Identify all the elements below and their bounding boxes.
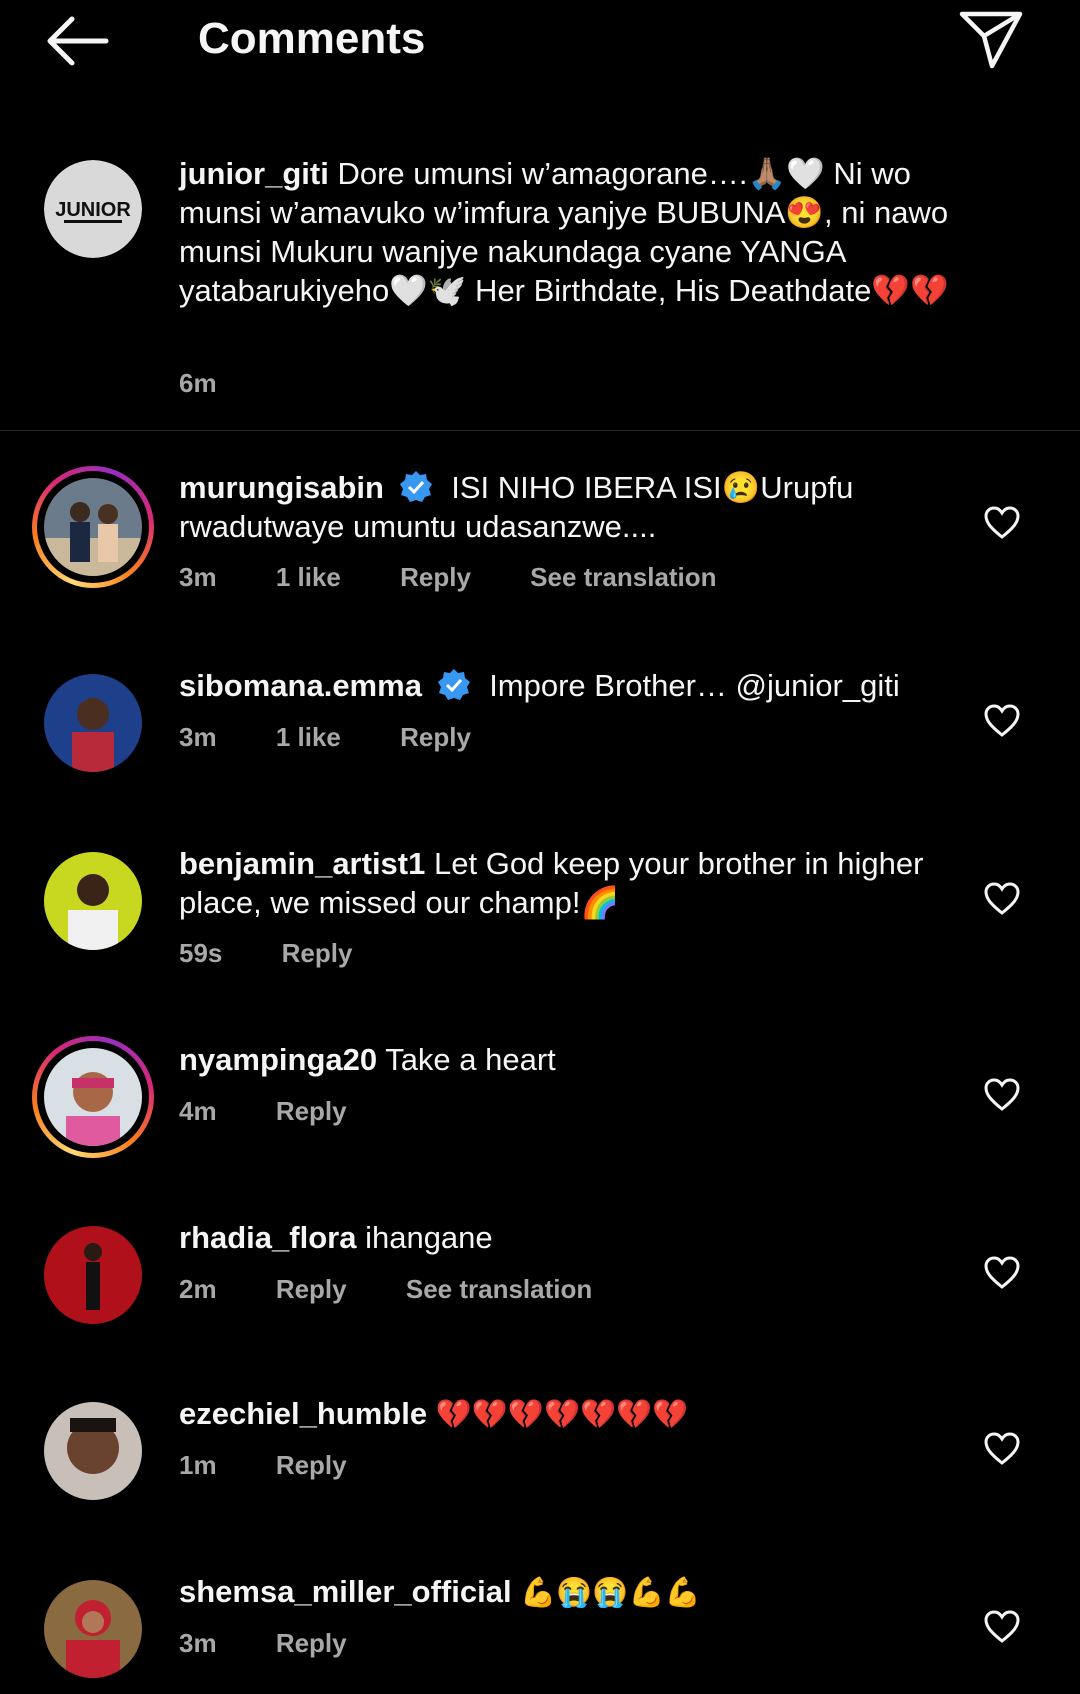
post-caption: JUNIOR junior_giti Dore umunsi w’amagora…	[0, 138, 1080, 431]
comment-meta: 59s Reply	[179, 938, 404, 969]
reply-button[interactable]: Reply	[276, 1096, 347, 1126]
comment-text: 💪😭😭💪💪	[520, 1577, 701, 1609]
reply-button[interactable]: Reply	[276, 1274, 347, 1304]
story-ring[interactable]	[32, 1036, 154, 1158]
avatar[interactable]	[44, 1580, 142, 1678]
comment-body: shemsa_miller_official 💪😭😭💪💪	[179, 1572, 979, 1613]
timestamp: 3m	[179, 722, 217, 752]
reply-button[interactable]: Reply	[276, 1628, 347, 1658]
username[interactable]: murungisabin	[179, 470, 384, 505]
avatar[interactable]	[44, 1402, 142, 1500]
comment-meta: 3m Reply	[179, 1628, 399, 1659]
username[interactable]: sibomana.emma	[179, 668, 422, 703]
username[interactable]: shemsa_miller_official	[179, 1574, 512, 1609]
comment-body: nyampinga20 Take a heart	[179, 1040, 979, 1079]
comments-header: Comments	[0, 0, 1080, 80]
avatar[interactable]	[44, 674, 142, 772]
svg-text:JUNIOR: JUNIOR	[55, 199, 131, 221]
timestamp: 2m	[179, 1274, 217, 1304]
avatar[interactable]	[44, 1226, 142, 1324]
comment-text: Take a heart	[385, 1042, 556, 1077]
comment-meta: 3m 1 like Reply See translation	[179, 562, 769, 593]
heart-outline-icon[interactable]	[984, 882, 1020, 916]
comment-text: Impore Brother… @junior_giti	[489, 668, 900, 703]
username[interactable]: benjamin_artist1	[179, 846, 425, 881]
username[interactable]: rhadia_flora	[179, 1220, 356, 1255]
see-translation-button[interactable]: See translation	[406, 1274, 592, 1304]
comment-body: rhadia_flora ihangane	[179, 1218, 979, 1257]
comment-body: murungisabin ISI NIHO IBERA ISI😢Urupfu r…	[179, 468, 979, 546]
comment-text: ihangane	[365, 1220, 493, 1255]
timestamp: 6m	[179, 368, 217, 398]
paper-plane-icon[interactable]	[958, 8, 1024, 70]
like-count[interactable]: 1 like	[276, 722, 341, 752]
reply-button[interactable]: Reply	[400, 562, 471, 592]
arrow-left-icon[interactable]	[44, 14, 110, 68]
comment-meta: 2m Reply See translation	[179, 1274, 644, 1305]
see-translation-button[interactable]: See translation	[530, 562, 716, 592]
heart-outline-icon[interactable]	[984, 1256, 1020, 1290]
comment-body: sibomana.emma Impore Brother… @junior_gi…	[179, 666, 979, 705]
username[interactable]: ezechiel_humble	[179, 1396, 427, 1431]
avatar[interactable]	[44, 852, 142, 950]
avatar[interactable]: JUNIOR	[44, 160, 142, 258]
heart-outline-icon[interactable]	[984, 1078, 1020, 1112]
verified-badge-icon	[437, 669, 470, 700]
reply-button[interactable]: Reply	[276, 1450, 347, 1480]
caption-text: junior_giti Dore umunsi w’amagorane….🙏🏽🤍…	[179, 154, 979, 310]
timestamp: 4m	[179, 1096, 217, 1126]
avatar	[44, 478, 142, 576]
caption-meta: 6m	[179, 368, 269, 399]
comment-meta: 3m 1 like Reply	[179, 722, 523, 753]
heart-outline-icon[interactable]	[984, 506, 1020, 540]
heart-outline-icon[interactable]	[984, 1610, 1020, 1644]
timestamp: 3m	[179, 1628, 217, 1658]
reply-button[interactable]: Reply	[282, 938, 353, 968]
username[interactable]: junior_giti	[179, 156, 329, 191]
reply-button[interactable]: Reply	[400, 722, 471, 752]
verified-badge-icon	[399, 471, 432, 502]
timestamp: 3m	[179, 562, 217, 592]
comment-body: ezechiel_humble 💔💔💔💔💔💔💔	[179, 1394, 979, 1435]
comment-meta: 4m Reply	[179, 1096, 399, 1127]
comment-meta: 1m Reply	[179, 1450, 399, 1481]
junior-giti-logo-avatar: JUNIOR	[44, 160, 142, 258]
heart-outline-icon[interactable]	[984, 1432, 1020, 1466]
story-ring[interactable]	[32, 466, 154, 588]
username[interactable]: nyampinga20	[179, 1042, 377, 1077]
like-count[interactable]: 1 like	[276, 562, 341, 592]
comment-text: 💔💔💔💔💔💔💔	[435, 1399, 689, 1431]
timestamp: 1m	[179, 1450, 217, 1480]
heart-outline-icon[interactable]	[984, 704, 1020, 738]
comment-body: benjamin_artist1 Let God keep your broth…	[179, 844, 979, 922]
timestamp: 59s	[179, 938, 223, 968]
page-title: Comments	[198, 14, 426, 63]
avatar	[44, 1048, 142, 1146]
